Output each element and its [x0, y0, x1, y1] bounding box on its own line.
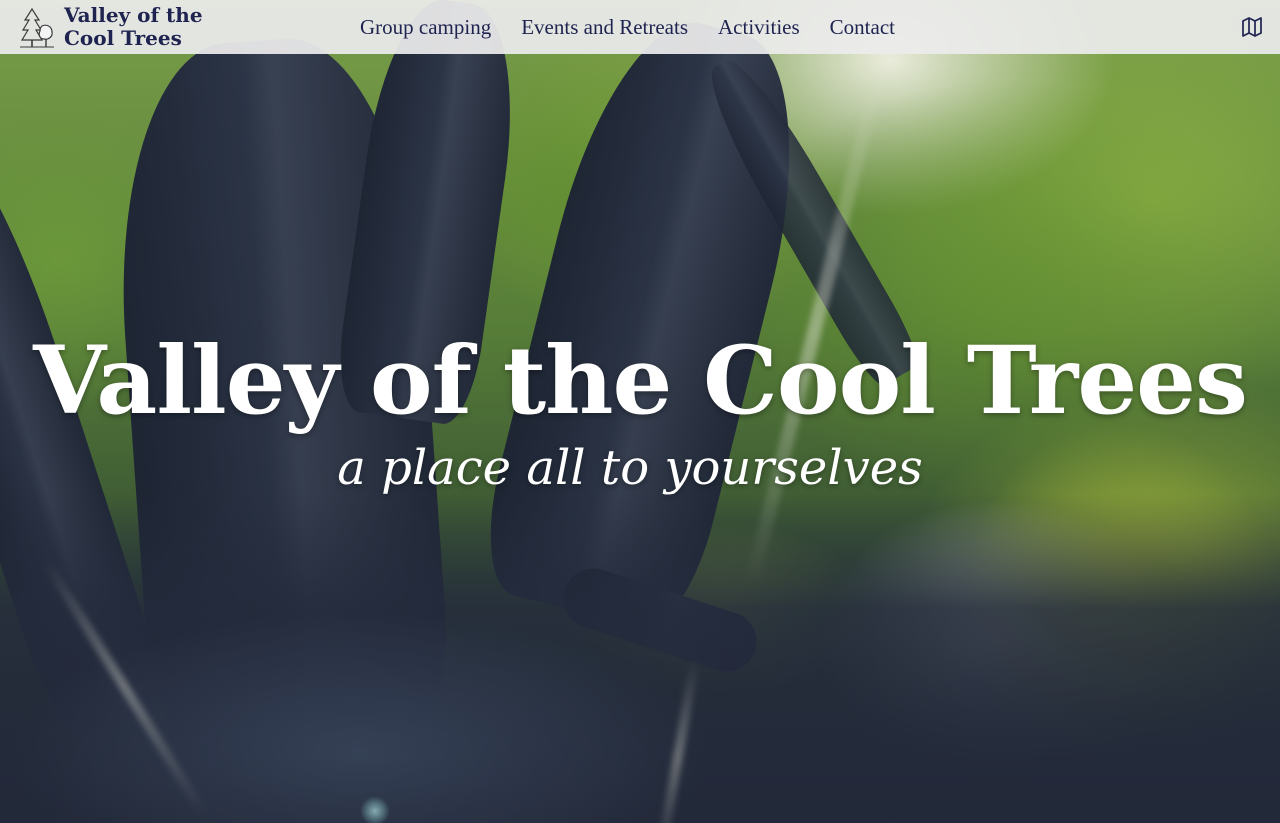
brand-name: Valley of the Cool Trees: [64, 3, 203, 50]
hero-tagline: a place all to yourselves: [337, 440, 923, 496]
main-nav: Group camping Events and Retreats Activi…: [345, 0, 910, 54]
tree-logo-icon: [20, 7, 54, 48]
page: Valley of the Cool Trees Group camping E…: [0, 0, 1280, 823]
nav-link-activities[interactable]: Activities: [703, 15, 815, 40]
brand-home-link[interactable]: Valley of the Cool Trees: [20, 0, 249, 54]
nav-link-events-and-retreats[interactable]: Events and Retreats: [506, 15, 703, 40]
nav-link-group-camping[interactable]: Group camping: [345, 15, 506, 40]
site-header: Valley of the Cool Trees Group camping E…: [0, 0, 1280, 54]
map-icon[interactable]: [1240, 15, 1264, 39]
nav-link-contact[interactable]: Contact: [815, 15, 910, 40]
hero-title: Valley of the Cool Trees: [33, 326, 1248, 436]
